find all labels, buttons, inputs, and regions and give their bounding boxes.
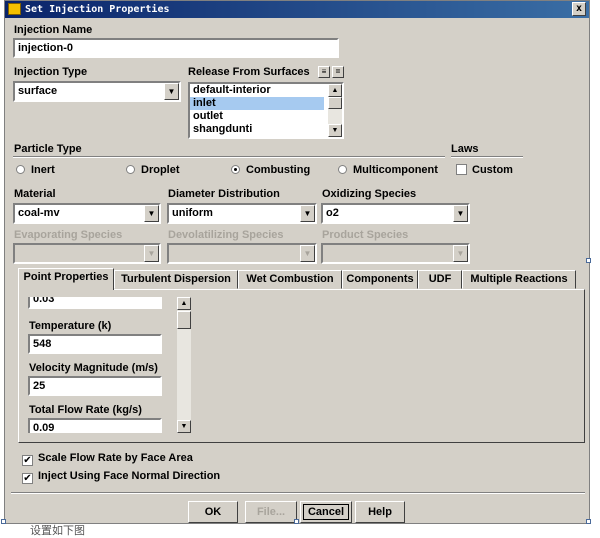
checkbox-box-icon — [456, 164, 467, 175]
radio-combusting[interactable]: Combusting — [231, 164, 310, 176]
material-label: Material — [14, 188, 56, 200]
resize-handle[interactable] — [294, 519, 299, 524]
particle-type-divider — [13, 156, 445, 158]
radio-droplet[interactable]: Droplet — [126, 164, 180, 176]
oxidizing-species-value: o2 — [326, 207, 339, 219]
list-scrollbar[interactable]: ▲ ▼ — [328, 84, 342, 137]
laws-label: Laws — [451, 143, 479, 155]
release-from-surfaces-label: Release From Surfaces — [188, 66, 310, 78]
inject-normal-direction-checkbox[interactable]: ✔ Inject Using Face Normal Direction — [22, 470, 220, 484]
injection-name-label: Injection Name — [14, 24, 93, 36]
tab-components[interactable]: Components — [342, 270, 418, 289]
chevron-down-icon[interactable]: ▼ — [300, 205, 315, 222]
chevron-down-icon[interactable]: ▼ — [144, 205, 159, 222]
release-surfaces-list[interactable]: default-interior inlet outlet shangdunti… — [188, 82, 344, 139]
point-properties-scrollbar[interactable]: ▲ ▼ — [177, 297, 191, 433]
material-value: coal-mv — [18, 207, 60, 219]
resize-handle[interactable] — [586, 258, 591, 263]
product-species-label: Product Species — [322, 229, 409, 241]
tab-multiple-reactions[interactable]: Multiple Reactions — [462, 270, 576, 289]
list-item[interactable]: default-interior — [190, 84, 324, 97]
help-button[interactable]: Help — [355, 501, 405, 523]
title-bar[interactable]: Set Injection Properties x — [5, 1, 589, 18]
file-button: File... — [245, 501, 297, 523]
inject-normal-direction-label: Inject Using Face Normal Direction — [38, 470, 221, 482]
devolatilizing-species-label: Devolatilizing Species — [168, 229, 284, 241]
temperature-label: Temperature (k) — [29, 320, 112, 332]
velocity-magnitude-field[interactable]: 25 — [28, 376, 162, 396]
chevron-down-icon: ▼ — [144, 245, 159, 262]
chevron-down-icon[interactable]: ▼ — [453, 205, 468, 222]
radio-combusting-label: Combusting — [246, 164, 311, 176]
figure-caption: 设置如下图 — [30, 524, 85, 537]
radio-multicomponent-label: Multicomponent — [353, 164, 438, 176]
chevron-down-icon[interactable]: ▼ — [164, 83, 179, 100]
radio-inert[interactable]: Inert — [16, 164, 55, 176]
radio-circle-icon — [126, 165, 135, 174]
ok-button[interactable]: OK — [188, 501, 238, 523]
deselect-all-button[interactable]: = — [332, 66, 344, 78]
cancel-button[interactable]: Cancel — [300, 501, 352, 523]
custom-laws-checkbox[interactable]: Custom — [456, 164, 513, 176]
radio-circle-icon — [338, 165, 347, 174]
list-item[interactable]: shangdunti — [190, 123, 324, 136]
radio-multicomponent[interactable]: Multicomponent — [338, 164, 438, 176]
chevron-down-icon: ▼ — [300, 245, 315, 262]
scroll-thumb[interactable] — [177, 311, 191, 329]
scroll-up-icon[interactable]: ▲ — [328, 84, 342, 97]
button-row-divider — [11, 492, 585, 494]
diameter-distribution-dropdown[interactable]: uniform ▼ — [167, 203, 317, 224]
list-item-selected[interactable]: inlet — [190, 97, 324, 110]
select-all-button[interactable]: ≡ — [318, 66, 330, 78]
material-dropdown[interactable]: coal-mv ▼ — [13, 203, 161, 224]
scroll-down-icon[interactable]: ▼ — [177, 420, 191, 433]
laws-divider — [451, 156, 523, 158]
resize-handle[interactable] — [1, 519, 6, 524]
list-item[interactable]: outlet — [190, 110, 324, 123]
evaporating-species-label: Evaporating Species — [14, 229, 123, 241]
check-icon: ✔ — [22, 455, 33, 466]
oxidizing-species-dropdown[interactable]: o2 ▼ — [321, 203, 470, 224]
diameter-distribution-label: Diameter Distribution — [168, 188, 280, 200]
check-icon: ✔ — [22, 473, 33, 484]
devolatilizing-species-dropdown: ▼ — [167, 243, 317, 264]
scroll-up-icon[interactable]: ▲ — [177, 297, 191, 310]
particle-type-label: Particle Type — [14, 143, 82, 155]
tab-udf[interactable]: UDF — [418, 270, 462, 289]
tab-point-properties[interactable]: Point Properties — [18, 268, 114, 290]
scale-flow-rate-checkbox[interactable]: ✔ Scale Flow Rate by Face Area — [22, 452, 193, 466]
injection-type-label: Injection Type — [14, 66, 88, 78]
partial-value-field[interactable]: 0.03 — [28, 297, 162, 309]
scroll-down-icon[interactable]: ▼ — [328, 124, 342, 137]
radio-inert-label: Inert — [31, 164, 55, 176]
oxidizing-species-label: Oxidizing Species — [322, 188, 417, 200]
radio-selected-icon — [231, 165, 240, 174]
temperature-field[interactable]: 548 — [28, 334, 162, 354]
resize-handle[interactable] — [586, 519, 591, 524]
app-icon — [8, 3, 21, 15]
radio-droplet-label: Droplet — [141, 164, 180, 176]
custom-laws-label: Custom — [472, 164, 513, 176]
product-species-dropdown: ▼ — [321, 243, 470, 264]
total-flow-rate-field[interactable]: 0.09 — [28, 418, 162, 433]
injection-name-field[interactable]: injection-0 — [13, 38, 339, 58]
set-injection-properties-dialog: Set Injection Properties x Injection Nam… — [4, 0, 590, 524]
window-title: Set Injection Properties — [25, 4, 170, 15]
injection-type-dropdown[interactable]: surface ▼ — [13, 81, 181, 102]
total-flow-rate-label: Total Flow Rate (kg/s) — [29, 404, 142, 416]
chevron-down-icon: ▼ — [453, 245, 468, 262]
tab-turbulent-dispersion[interactable]: Turbulent Dispersion — [114, 270, 238, 289]
scale-flow-rate-label: Scale Flow Rate by Face Area — [38, 452, 193, 464]
point-properties-scroll-area[interactable]: 0.03 Temperature (k) 548 Velocity Magnit… — [25, 297, 191, 433]
injection-type-value: surface — [18, 85, 58, 97]
radio-circle-icon — [16, 165, 25, 174]
diameter-distribution-value: uniform — [172, 207, 213, 219]
scroll-thumb[interactable] — [328, 97, 342, 109]
velocity-magnitude-label: Velocity Magnitude (m/s) — [29, 362, 158, 374]
evaporating-species-dropdown: ▼ — [13, 243, 161, 264]
tab-wet-combustion[interactable]: Wet Combustion — [238, 270, 342, 289]
close-button[interactable]: x — [572, 2, 586, 16]
